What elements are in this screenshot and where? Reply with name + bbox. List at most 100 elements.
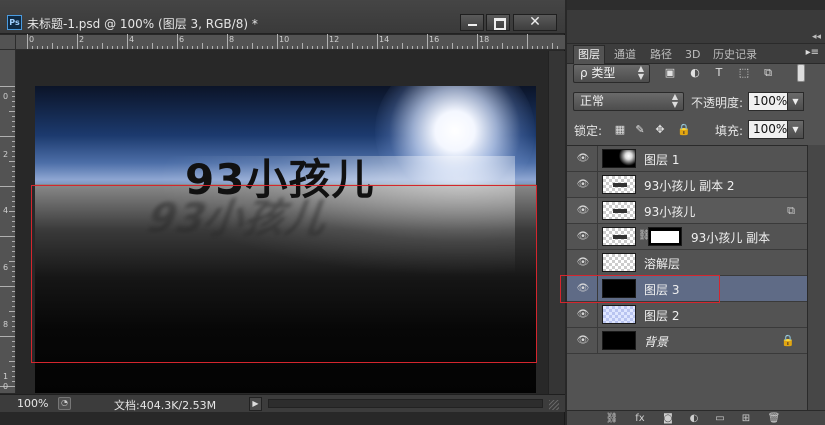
ruler-tick: [117, 46, 118, 49]
layer-row[interactable]: 👁 图层 2: [567, 302, 807, 328]
fill-input[interactable]: 100%: [748, 120, 788, 139]
layer-row[interactable]: 👁 93小孩儿 ⧉: [567, 198, 807, 224]
layer-name: 背景: [644, 335, 669, 349]
layer-row[interactable]: 👁 ⛓ 93小孩儿 副本: [567, 224, 807, 250]
minimize-button[interactable]: [460, 14, 484, 31]
opacity-input[interactable]: 100%: [748, 92, 788, 111]
eye-icon[interactable]: 👁: [576, 205, 590, 216]
adjustment-layer-icon[interactable]: ◐: [687, 412, 701, 425]
ruler-tick: [12, 246, 15, 247]
eye-icon[interactable]: 👁: [576, 309, 590, 320]
fill-dropdown-icon[interactable]: ▼: [787, 120, 804, 139]
ruler-tick: [207, 46, 208, 49]
ruler-tick: [442, 46, 443, 49]
lock-image-pixels-icon[interactable]: ✎: [633, 123, 647, 137]
lock-all-icon[interactable]: 🔒: [677, 123, 691, 137]
ruler-tick: [9, 311, 15, 312]
ruler-tick: [72, 46, 73, 49]
ruler-tick: [527, 34, 528, 49]
ruler-tick: [12, 251, 15, 252]
ruler-tick: [157, 46, 158, 49]
ruler-tick: [242, 46, 243, 49]
tab-3d[interactable]: 3D: [681, 46, 704, 63]
ruler-tick: [12, 266, 15, 267]
tab-history[interactable]: 历史记录: [709, 46, 761, 63]
resize-grip[interactable]: [549, 400, 559, 410]
panel-tabs: 图层 通道 路径 3D 历史记录 ▸≡: [567, 44, 825, 64]
group-folder-icon[interactable]: ▭: [713, 412, 727, 425]
layer-row[interactable]: 👁 溶解层: [567, 250, 807, 276]
add-mask-icon[interactable]: ◙: [661, 412, 675, 425]
ruler-label: 10: [279, 35, 290, 44]
ruler-label: 4: [129, 35, 135, 44]
ruler-label: 8: [229, 35, 235, 44]
ruler-tick: [362, 46, 363, 49]
status-options-button[interactable]: ◔: [58, 397, 71, 410]
filter-shape-icon[interactable]: ⬚: [737, 66, 751, 80]
ruler-tick: [52, 43, 53, 49]
opacity-dropdown-icon[interactable]: ▼: [787, 92, 804, 111]
filter-type-icon[interactable]: T: [712, 66, 726, 80]
tab-channels[interactable]: 通道: [610, 46, 640, 63]
ruler-tick: [302, 43, 303, 49]
eye-icon[interactable]: 👁: [576, 257, 590, 268]
status-menu-arrow-icon[interactable]: ▶: [249, 397, 262, 411]
lock-label: 锁定:: [574, 124, 603, 138]
eye-icon[interactable]: 👁: [576, 153, 590, 164]
eye-icon[interactable]: 👁: [576, 179, 590, 190]
ruler-tick: [37, 46, 38, 49]
filter-pixel-icon[interactable]: ▣: [663, 66, 677, 80]
ruler-tick: [12, 376, 15, 377]
trash-icon[interactable]: 🗑: [767, 412, 781, 425]
layer-row[interactable]: 👁 93小孩儿 副本 2: [567, 172, 807, 198]
filter-adjustment-icon[interactable]: ◐: [688, 66, 702, 80]
blend-mode-select[interactable]: 正常 ▲ ▼: [573, 92, 684, 111]
ruler-tick: [0, 186, 15, 187]
ruler-tick: [312, 46, 313, 49]
close-button[interactable]: ✕: [513, 14, 557, 31]
filter-smart-object-icon[interactable]: ⧉: [761, 66, 775, 80]
collapse-panel-icon[interactable]: ◂◂: [812, 32, 821, 42]
lock-position-icon[interactable]: ✥: [653, 123, 667, 137]
ruler-origin[interactable]: [0, 35, 16, 50]
ruler-label: 6: [3, 263, 9, 272]
ruler-tick: [402, 43, 403, 49]
fx-icon[interactable]: fx: [633, 412, 647, 425]
layer-thumbnail: [602, 201, 636, 220]
ruler-tick: [42, 46, 43, 49]
link-layers-icon[interactable]: ⛓: [605, 412, 619, 425]
horizontal-ruler[interactable]: 0 2 4 6 8 10 12 14 16 18: [16, 34, 565, 50]
ruler-tick: [9, 211, 15, 212]
vertical-ruler[interactable]: 0246810: [0, 50, 16, 393]
tab-paths[interactable]: 路径: [646, 46, 676, 63]
horizontal-scrollbar[interactable]: [268, 399, 543, 408]
eye-icon[interactable]: 👁: [576, 335, 590, 346]
ruler-tick: [12, 101, 15, 102]
layers-panel: ◂◂ 图层 通道 路径 3D 历史记录 ▸≡ ρ 类型 ▲ ▼ ▣ ◐ T ⬚ ⧉…: [567, 0, 825, 425]
panel-menu-icon[interactable]: ▸≡: [806, 47, 819, 58]
ruler-tick: [12, 201, 15, 202]
ruler-tick: [377, 34, 378, 49]
new-layer-icon[interactable]: ⊞: [739, 412, 753, 425]
lock-transparent-pixels-icon[interactable]: ▦: [613, 123, 627, 137]
ruler-tick: [167, 46, 168, 49]
filter-toggle-switch[interactable]: [797, 64, 805, 82]
filter-kind-select[interactable]: ρ 类型 ▲ ▼: [573, 64, 650, 83]
zoom-level[interactable]: 100%: [17, 397, 48, 410]
maximize-button[interactable]: [486, 14, 510, 31]
layers-scrollbar[interactable]: [807, 145, 825, 410]
status-bar: 100% ◔ 文档:404.3K/2.53M ▶: [0, 394, 565, 412]
vertical-scrollbar[interactable]: [548, 51, 565, 394]
ruler-tick: [482, 46, 483, 49]
layer-row[interactable]: 👁 背景 🔒: [567, 328, 807, 354]
document-titlebar[interactable]: Ps 未标题-1.psd @ 100% (图层 3, RGB/8) * ✕: [0, 0, 565, 34]
photoshop-logo-icon: Ps: [7, 15, 22, 30]
ruler-tick: [102, 43, 103, 49]
tab-layers[interactable]: 图层: [573, 45, 605, 64]
layer-mask-thumbnail[interactable]: [648, 227, 682, 246]
ruler-tick: [222, 46, 223, 49]
eye-icon[interactable]: 👁: [576, 231, 590, 242]
ruler-tick: [12, 91, 15, 92]
layer-row[interactable]: 👁 图层 1: [567, 146, 807, 172]
layer-name: 93小孩儿: [644, 205, 696, 219]
